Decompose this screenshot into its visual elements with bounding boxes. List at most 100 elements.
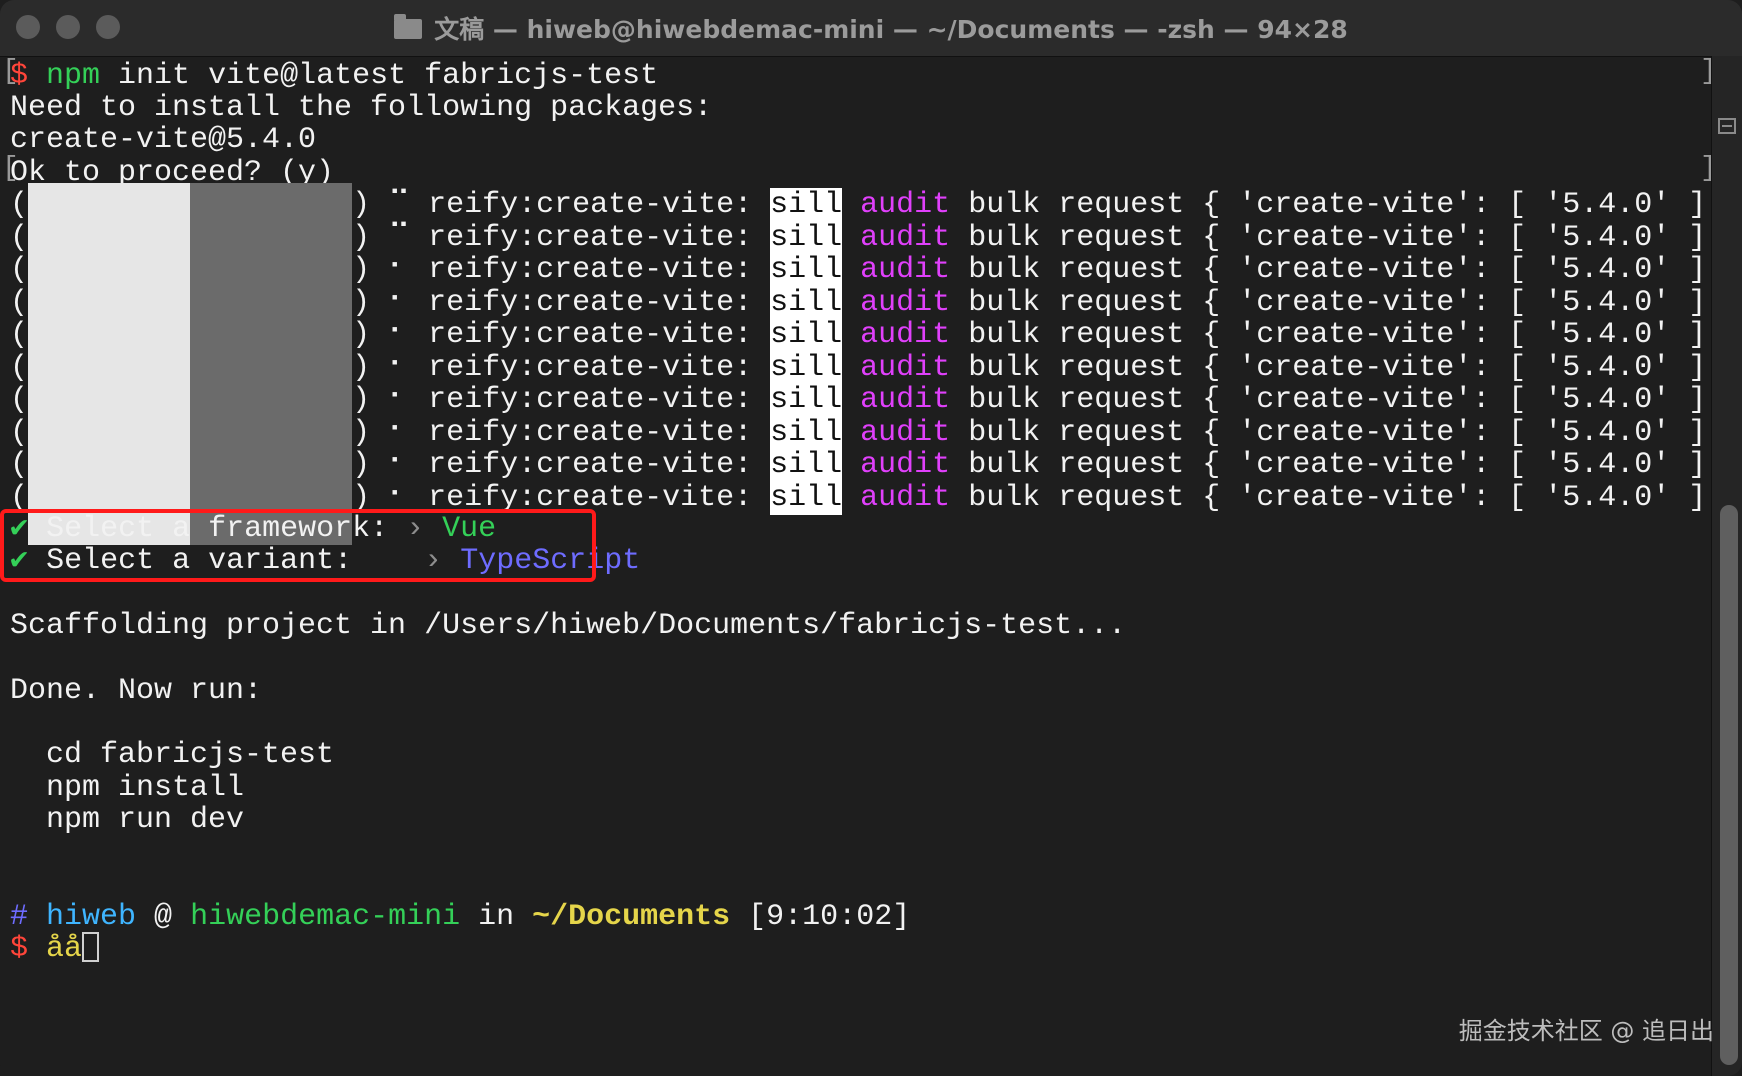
spinner-icon: ⠂ [388, 415, 429, 450]
log-level-badge: sill [770, 383, 843, 417]
reify-message: bulk request { 'create-vite': [ '5.4.0' … [950, 253, 1707, 287]
paren-open: ( [10, 253, 29, 287]
log-level-badge: sill [770, 448, 843, 482]
reify-prefix: reify:create-vite: [428, 253, 771, 287]
reify-prefix: reify:create-vite: [428, 318, 771, 352]
paren-open: ( [10, 448, 29, 482]
spinner-icon: ⠂ [388, 383, 429, 417]
audit-label: audit [860, 383, 951, 417]
reify-prefix: reify:create-vite: [428, 188, 771, 222]
spinner-icon: ⠂ [388, 448, 429, 482]
spinner-icon: ⠉ [388, 188, 429, 222]
reify-message: bulk request { 'create-vite': [ '5.4.0' … [950, 350, 1707, 385]
redacted-block [28, 183, 190, 545]
paren-close: ) [352, 448, 389, 482]
prompt-symbol: $ [10, 932, 29, 966]
paren-close: ) [352, 188, 389, 222]
paren-close: ) [352, 285, 389, 320]
next-command: cd fabricjs-test [46, 738, 335, 772]
scaffold-line: Scaffolding project in /Users/hiweb/Docu… [10, 609, 1127, 643]
paren-open: ( [10, 350, 29, 385]
input-line[interactable]: $ åå [10, 931, 100, 967]
paren-close: ) [352, 318, 389, 352]
terminal-output[interactable]: [ $ npm init vite@latest fabricjs-test ]… [0, 56, 1717, 1076]
reify-prefix: reify:create-vite: [428, 415, 771, 450]
paren-open: ( [10, 415, 29, 450]
reify-message: bulk request { 'create-vite': [ '5.4.0' … [950, 383, 1707, 417]
paren-open: ( [10, 285, 29, 320]
paren-close: ) [352, 383, 389, 417]
log-level-badge: sill [770, 350, 843, 385]
input-text[interactable]: åå [46, 932, 82, 966]
reify-message: bulk request { 'create-vite': [ '5.4.0' … [950, 285, 1707, 320]
in-word: in [460, 900, 533, 934]
reify-prefix: reify:create-vite: [428, 285, 771, 320]
split-pane-icon[interactable] [1718, 118, 1736, 134]
audit-label: audit [860, 480, 951, 515]
prompt-directory: ~/Documents [532, 900, 731, 934]
command-name: npm [46, 59, 101, 93]
log-level-badge: sill [770, 253, 843, 287]
audit-label: audit [860, 318, 951, 352]
redacted-block [190, 183, 352, 545]
paren-close: ) [352, 415, 389, 450]
title-bar: 文稿 — hiweb@hiwebdemac-mini — ~/Documents… [0, 0, 1742, 57]
reify-prefix: reify:create-vite: [428, 350, 771, 385]
audit-label: audit [860, 448, 951, 482]
paren-close: ) [352, 220, 389, 255]
next-command: npm run dev [46, 803, 245, 837]
spinner-icon: ⠂ [388, 285, 429, 320]
spinner-icon: ⠉ [388, 220, 429, 255]
audit-label: audit [860, 350, 951, 385]
paren-open: ( [10, 318, 29, 352]
reify-message: bulk request { 'create-vite': [ '5.4.0' … [950, 448, 1707, 482]
paren-close: ) [352, 253, 389, 287]
prompt-symbol: $ [10, 59, 29, 93]
prompt-status-line: # hiweb @ hiwebdemac-mini in ~/Documents… [10, 899, 910, 935]
reify-prefix: reify:create-vite: [428, 220, 771, 255]
audit-label: audit [860, 415, 951, 450]
watermark: 掘金技术社区 @ 追日出 [1458, 1017, 1714, 1045]
hash-symbol: # [10, 900, 29, 934]
text-cursor [82, 932, 100, 962]
audit-label: audit [860, 220, 951, 255]
command-args: init vite@latest fabricjs-test [100, 59, 659, 93]
output-line: Need to install the following packages: [10, 91, 713, 125]
log-level-badge: sill [770, 188, 843, 222]
terminal-window: 文稿 — hiweb@hiwebdemac-mini — ~/Documents… [0, 0, 1742, 1076]
prompt-user: hiweb [46, 900, 137, 934]
reify-message: bulk request { 'create-vite': [ '5.4.0' … [950, 188, 1707, 222]
spinner-icon: ⠂ [388, 253, 429, 287]
spinner-icon: ⠂ [388, 318, 429, 352]
audit-label: audit [860, 188, 951, 222]
scrollbar-thumb[interactable] [1720, 505, 1738, 1065]
log-level-badge: sill [770, 285, 843, 320]
highlight-box [0, 509, 596, 582]
paren-open: ( [10, 188, 29, 222]
reify-message: bulk request { 'create-vite': [ '5.4.0' … [950, 415, 1707, 450]
folder-icon [394, 14, 423, 39]
window-title: 文稿 — hiweb@hiwebdemac-mini — ~/Documents… [0, 0, 1742, 56]
done-line: Done. Now run: [10, 674, 263, 708]
log-level-badge: sill [770, 480, 843, 515]
reify-message: bulk request { 'create-vite': [ '5.4.0' … [950, 480, 1707, 515]
at-sign: @ [136, 900, 191, 934]
prompt-host: hiwebdemac-mini [190, 900, 461, 934]
reify-prefix: reify:create-vite: [428, 383, 771, 417]
paren-close: ) [352, 350, 389, 385]
audit-label: audit [860, 253, 951, 287]
audit-label: audit [860, 285, 951, 320]
reify-prefix: reify:create-vite: [428, 448, 771, 482]
output-line: create-vite@5.4.0 [10, 123, 317, 157]
spinner-icon: ⠂ [388, 350, 429, 385]
log-level-badge: sill [770, 220, 843, 255]
reify-message: bulk request { 'create-vite': [ '5.4.0' … [950, 318, 1707, 352]
log-level-badge: sill [770, 318, 843, 352]
reify-message: bulk request { 'create-vite': [ '5.4.0' … [950, 220, 1707, 255]
command-line: $ npm init vite@latest fabricjs-test [10, 58, 658, 94]
window-title-text: 文稿 — hiweb@hiwebdemac-mini — ~/Documents… [434, 15, 1348, 44]
prompt-time: [9:10:02] [730, 900, 911, 934]
next-command: npm install [46, 771, 245, 805]
log-level-badge: sill [770, 415, 843, 450]
paren-open: ( [10, 220, 29, 255]
